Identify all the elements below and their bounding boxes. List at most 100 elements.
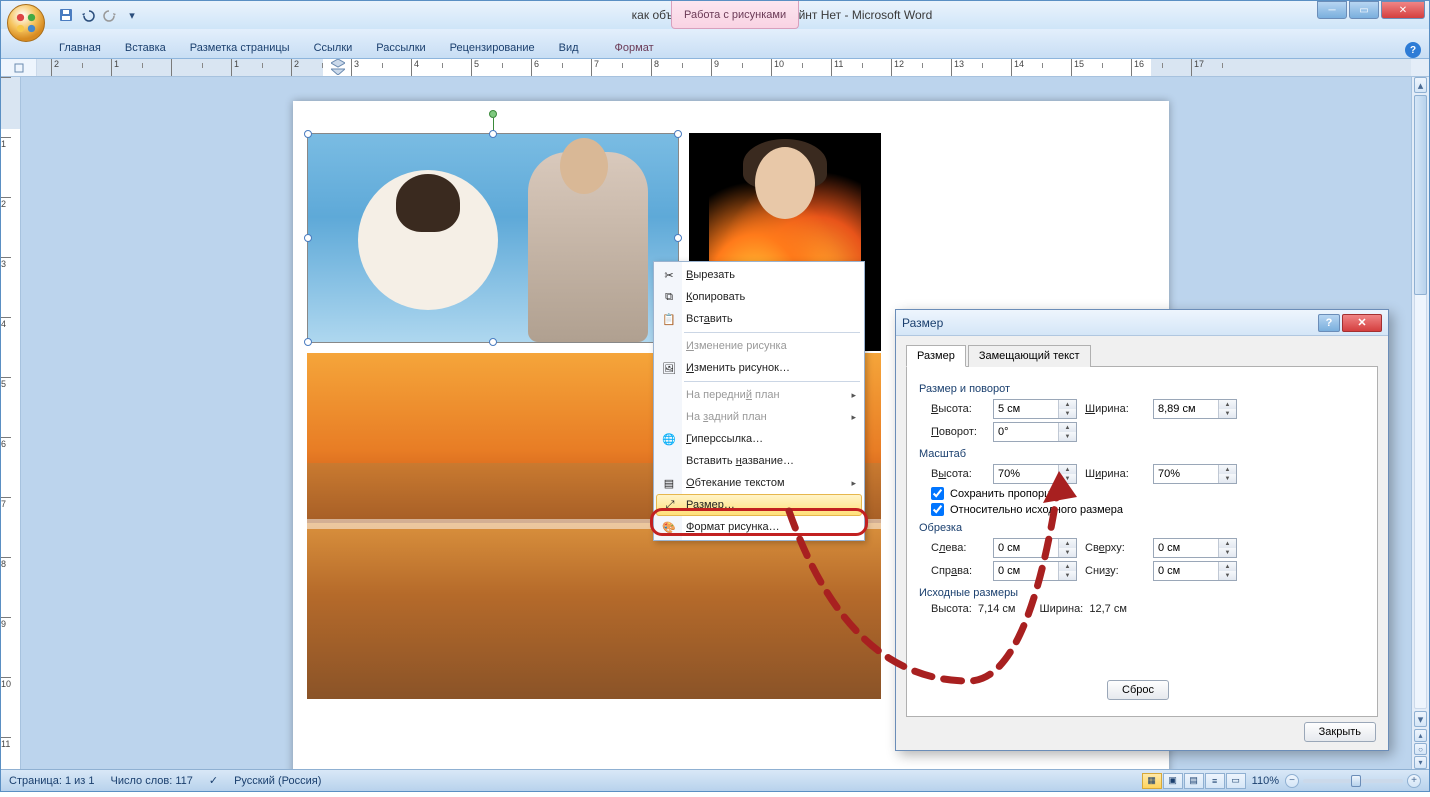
- size-icon: ⤢: [661, 496, 679, 514]
- browse-object-button[interactable]: ○: [1414, 743, 1427, 756]
- statusbar: Страница: 1 из 1 Число слов: 117 ✓ Русск…: [1, 769, 1429, 791]
- tab-references[interactable]: Ссылки: [302, 38, 365, 58]
- redo-icon[interactable]: [101, 6, 119, 24]
- size-dialog: Размер ? ✕ Размер Замещающий текст Разме…: [895, 309, 1389, 751]
- dialog-tab-size[interactable]: Размер: [906, 345, 966, 367]
- resize-handle[interactable]: [674, 130, 682, 138]
- resize-handle[interactable]: [489, 130, 497, 138]
- relative-original-checkbox[interactable]: [931, 503, 944, 516]
- tab-page-layout[interactable]: Разметка страницы: [178, 38, 302, 58]
- view-outline[interactable]: ≡: [1205, 773, 1225, 789]
- crop-top-spinner[interactable]: ▲▼: [1153, 538, 1237, 558]
- ruler-indent-marker[interactable]: [331, 59, 345, 76]
- scale-width-input[interactable]: [1154, 465, 1218, 483]
- view-full-screen[interactable]: ▣: [1163, 773, 1183, 789]
- rotation-label: Поворот:: [931, 426, 985, 438]
- tab-view[interactable]: Вид: [547, 38, 591, 58]
- dialog-close-button[interactable]: ✕: [1342, 314, 1382, 332]
- zoom-track[interactable]: [1303, 779, 1403, 783]
- qat-dropdown-icon[interactable]: ▾: [123, 6, 141, 24]
- scale-width-label: Ширина:: [1085, 468, 1145, 480]
- view-print-layout[interactable]: ▦: [1142, 773, 1162, 789]
- status-language[interactable]: Русский (Россия): [234, 775, 321, 787]
- office-button[interactable]: [7, 4, 45, 42]
- zoom-in-button[interactable]: +: [1407, 774, 1421, 788]
- rotation-spinner[interactable]: ▲▼: [993, 422, 1077, 442]
- prev-page-button[interactable]: ▴: [1414, 729, 1427, 742]
- zoom-level[interactable]: 110%: [1252, 775, 1279, 787]
- ctx-copy[interactable]: ⧉Копировать: [656, 286, 862, 308]
- dialog-tab-alt-text[interactable]: Замещающий текст: [968, 345, 1091, 367]
- width-spinner[interactable]: ▲▼: [1153, 399, 1237, 419]
- crop-right-spinner[interactable]: ▲▼: [993, 561, 1077, 581]
- crop-bottom-spinner[interactable]: ▲▼: [1153, 561, 1237, 581]
- crop-bottom-input[interactable]: [1154, 562, 1218, 580]
- tab-review[interactable]: Рецензирование: [438, 38, 547, 58]
- resize-handle[interactable]: [674, 234, 682, 242]
- next-page-button[interactable]: ▾: [1414, 756, 1427, 769]
- maximize-button[interactable]: ▭: [1349, 1, 1379, 19]
- scale-width-spinner[interactable]: ▲▼: [1153, 464, 1237, 484]
- format-picture-icon: 🎨: [660, 518, 678, 536]
- crop-left-spinner[interactable]: ▲▼: [993, 538, 1077, 558]
- undo-icon[interactable]: [79, 6, 97, 24]
- height-spinner[interactable]: ▲▼: [993, 399, 1077, 419]
- ctx-change-picture[interactable]: 🖼Изменить рисунок…: [656, 357, 862, 379]
- picture-selected[interactable]: [307, 133, 679, 343]
- view-web-layout[interactable]: ▤: [1184, 773, 1204, 789]
- resize-handle[interactable]: [304, 234, 312, 242]
- dialog-title: Размер: [902, 316, 1318, 330]
- zoom-thumb[interactable]: [1351, 775, 1361, 787]
- zoom-out-button[interactable]: −: [1285, 774, 1299, 788]
- ctx-insert-caption[interactable]: Вставить название…: [656, 450, 862, 472]
- crop-left-input[interactable]: [994, 539, 1058, 557]
- ctx-bring-front: На передний план▸: [656, 384, 862, 406]
- resize-handle[interactable]: [489, 338, 497, 346]
- ctx-format-picture[interactable]: 🎨Формат рисунка…: [656, 516, 862, 538]
- ctx-cut[interactable]: ✂Вырезать: [656, 264, 862, 286]
- help-button[interactable]: ?: [1405, 42, 1421, 58]
- vertical-scrollbar[interactable]: ▴ ▾ ▴○▾: [1411, 77, 1429, 769]
- orig-width-label: Ширина:: [1040, 603, 1084, 615]
- view-draft[interactable]: ▭: [1226, 773, 1246, 789]
- scroll-down-button[interactable]: ▾: [1414, 711, 1427, 727]
- minimize-button[interactable]: ─: [1317, 1, 1347, 19]
- tab-home[interactable]: Главная: [47, 38, 113, 58]
- save-icon[interactable]: [57, 6, 75, 24]
- ctx-text-wrap[interactable]: ▤Обтекание текстом▸: [656, 472, 862, 494]
- crop-right-label: Справа:: [931, 565, 985, 577]
- status-words[interactable]: Число слов: 117: [111, 775, 193, 787]
- tab-format[interactable]: Формат: [603, 38, 666, 58]
- scale-height-input[interactable]: [994, 465, 1058, 483]
- ctx-hyperlink[interactable]: 🌐Гиперссылка…: [656, 428, 862, 450]
- hyperlink-icon: 🌐: [660, 430, 678, 448]
- rotation-handle[interactable]: [489, 110, 497, 118]
- tab-mailings[interactable]: Рассылки: [364, 38, 437, 58]
- status-spellcheck-icon[interactable]: ✓: [209, 774, 218, 787]
- horizontal-ruler[interactable]: 211234567891011121314151617: [37, 59, 1411, 76]
- scroll-thumb[interactable]: [1414, 95, 1427, 295]
- dialog-titlebar[interactable]: Размер ? ✕: [896, 310, 1388, 336]
- status-page[interactable]: Страница: 1 из 1: [9, 775, 95, 787]
- width-input[interactable]: [1154, 400, 1218, 418]
- vertical-ruler[interactable]: 1234567891011: [1, 77, 21, 769]
- height-input[interactable]: [994, 400, 1058, 418]
- tab-insert[interactable]: Вставка: [113, 38, 178, 58]
- copy-icon: ⧉: [660, 288, 678, 306]
- resize-handle[interactable]: [304, 130, 312, 138]
- crop-right-input[interactable]: [994, 562, 1058, 580]
- ruler-toggle[interactable]: [1, 59, 37, 76]
- dialog-help-button[interactable]: ?: [1318, 314, 1340, 332]
- ctx-paste[interactable]: 📋Вставить: [656, 308, 862, 330]
- ctx-size[interactable]: ⤢Размер…: [656, 494, 862, 516]
- close-button[interactable]: ✕: [1381, 1, 1425, 19]
- rotation-input[interactable]: [994, 423, 1058, 441]
- scale-height-spinner[interactable]: ▲▼: [993, 464, 1077, 484]
- crop-top-input[interactable]: [1154, 539, 1218, 557]
- dialog-close-btn[interactable]: Закрыть: [1304, 722, 1376, 742]
- scroll-up-button[interactable]: ▴: [1414, 77, 1427, 93]
- reset-button[interactable]: Сброс: [1107, 680, 1169, 700]
- zoom-slider: − +: [1285, 774, 1421, 788]
- lock-aspect-checkbox[interactable]: [931, 487, 944, 500]
- resize-handle[interactable]: [304, 338, 312, 346]
